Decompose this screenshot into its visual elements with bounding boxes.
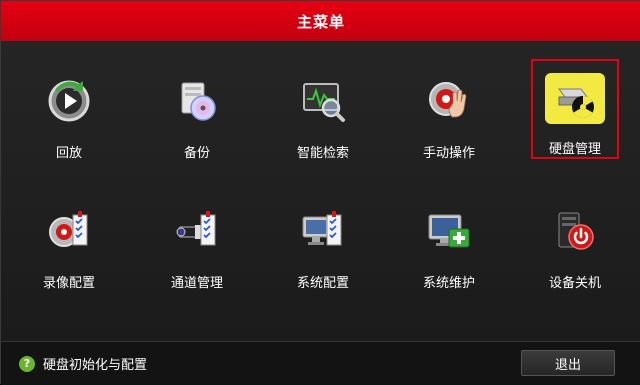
menu-item-label: 通道管理 (170, 276, 223, 291)
menu-item-smart-search[interactable]: 智能检索 (279, 61, 367, 161)
channel-management-icon (167, 203, 227, 258)
hdd-management-icon (545, 73, 605, 124)
playback-icon (39, 73, 99, 128)
system-config-icon (293, 203, 353, 258)
menu-item-manual-operation[interactable]: 手动操作 (405, 61, 493, 161)
exit-button[interactable]: 退出 (521, 350, 615, 376)
menu-item-label: 回放 (55, 146, 82, 161)
status-bar: ? 硬盘初始化与配置 退出 (1, 341, 640, 385)
menu-item-playback[interactable]: 回放 (25, 61, 113, 161)
menu-item-hdd-management[interactable]: 硬盘管理 (531, 59, 619, 159)
status-hint-text: 硬盘初始化与配置 (43, 358, 148, 373)
menu-item-device-shutdown[interactable]: 设备关机 (531, 191, 619, 291)
backup-disc-icon (167, 73, 227, 128)
menu-item-label: 设备关机 (548, 276, 601, 291)
device-shutdown-icon (545, 203, 605, 258)
system-maintenance-icon (419, 203, 479, 258)
main-menu-window: 主菜单 回放 备份 智能检索 手动操作 硬盘管理 录像配置 通道管理 系统配置 … (0, 0, 640, 385)
menu-item-label: 手动操作 (422, 146, 475, 161)
menu-item-record-config[interactable]: 录像配置 (25, 191, 113, 291)
menu-item-label: 录像配置 (42, 276, 95, 291)
menu-item-label: 硬盘管理 (548, 142, 601, 157)
menu-item-backup[interactable]: 备份 (153, 61, 241, 161)
menu-item-label: 系统配置 (296, 276, 349, 291)
menu-item-system-config[interactable]: 系统配置 (279, 191, 367, 291)
manual-operation-icon (419, 73, 479, 128)
menu-grid: 回放 备份 智能检索 手动操作 硬盘管理 录像配置 通道管理 系统配置 系统维护… (1, 41, 640, 341)
smart-search-icon (293, 73, 353, 128)
record-config-icon (39, 203, 99, 258)
menu-item-label: 智能检索 (296, 146, 349, 161)
status-hint: ? 硬盘初始化与配置 (19, 354, 147, 373)
menu-item-label: 备份 (183, 146, 210, 161)
window-title: 主菜单 (296, 12, 345, 31)
title-bar: 主菜单 (1, 1, 640, 41)
menu-item-label: 系统维护 (422, 276, 475, 291)
help-icon: ? (19, 355, 35, 372)
menu-item-system-maintenance[interactable]: 系统维护 (405, 191, 493, 291)
menu-item-channel-management[interactable]: 通道管理 (153, 191, 241, 291)
